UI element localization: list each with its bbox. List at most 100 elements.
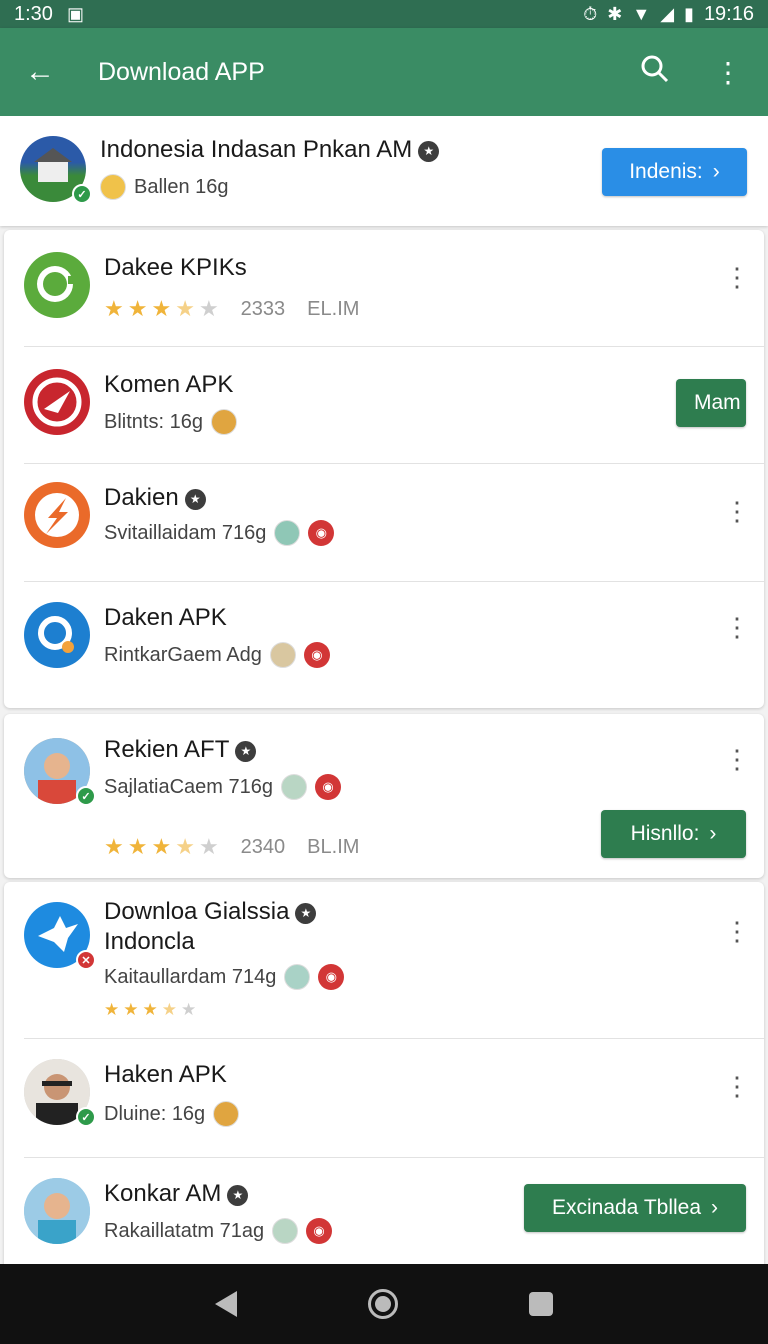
star-empty-icon: ★ [198,296,219,321]
search-icon[interactable] [640,54,670,91]
status-time-left: 1:30 [14,2,53,25]
more-options-icon[interactable]: ⋮ [724,746,750,772]
star-icon: ★ [142,1000,158,1019]
app-sub: Blitnts: 16g [104,410,203,433]
app-card[interactable]: ✓ Rekien AFT ★ SajlatiaCaem 716g ◉ ★ ★ ★ ★ ★ … [4,714,764,878]
star-empty-icon: ★ [181,1000,197,1019]
installed-badge-icon: ✓ [76,1107,96,1127]
rating-stars: ★ ★ ★ ★ ★ 2333 EL.IM [104,296,359,322]
install-button[interactable]: Mam [676,379,746,427]
featured-app-card[interactable]: ✓ Indonesia Indasan Pnkan AM ★ Ballen 16g… [0,116,768,226]
app-group-card: Dakee KPIKs ★ ★ ★ ★ ★ 2333 EL.IM ⋮ Komen APK… [4,230,764,708]
overflow-menu-icon[interactable]: ⋮ [714,56,742,89]
app-name: Haken APK [104,1061,227,1088]
more-options-icon[interactable]: ⋮ [724,264,750,290]
app-name: Komen APK [104,371,234,398]
app-name: Downloa Gialssia [104,898,290,925]
list-item[interactable]: Komen APK Blitnts: 16g Mam [4,347,764,463]
install-button[interactable]: Hisnllo: › [601,810,746,858]
system-nav-bar [0,1264,768,1344]
app-list: ✓ Indonesia Indasan Pnkan AM ★ Ballen 16g… [0,116,768,1264]
back-arrow-icon[interactable]: ← [0,55,80,89]
star-half-icon: ★ [175,834,195,859]
signal-icon: ◢ [660,4,675,24]
more-options-icon[interactable]: ⋮ [724,1073,750,1099]
list-item[interactable]: Konkar AM ★ Rakaillatatm 71ag ◉ Excinada … [4,1158,764,1264]
rating-stars: ★ ★ ★ ★ ★ 2340 BL.IM [104,834,359,860]
developer-badge-icon: ◉ [306,1218,333,1244]
app-name: Dakee KPIKs [104,254,247,281]
star-icon: ★ [104,1000,120,1019]
star-icon: ★ [123,1000,139,1019]
app-sub: SajlatiaCaem 716g [104,775,273,798]
nav-back-icon[interactable] [215,1291,238,1317]
star-icon: ★ [104,296,124,321]
app-target-icon [24,369,90,435]
rating-count: 2340 [240,835,286,858]
app-name-line2: Indoncla [104,928,195,955]
app-size: BL.IM [307,835,360,858]
app-chat-icon [24,252,90,318]
nav-home-icon[interactable] [367,1289,398,1319]
list-item[interactable]: Dakien ★ Svitaillaidam 716g ◉ ⋮ [4,464,764,582]
developer-avatar [213,1101,240,1127]
developer-badge-icon: ◉ [315,774,341,800]
battery-icon: ▮ [684,4,694,24]
install-label: Excinada Tbllea [551,1196,702,1219]
rating-count: 2333 [240,297,286,320]
list-item[interactable]: ✓ Haken APK Dluine: 16g ⋮ [4,1039,764,1157]
app-name: Daken APK [104,604,227,631]
developer-avatar [274,520,301,546]
star-icon: ★ [151,296,172,321]
notification-icon: ▣ [66,4,84,24]
chevron-right-icon: › [712,160,720,183]
app-bar: ← Download APP ⋮ [0,28,768,116]
install-button[interactable]: Excinada Tbllea › [524,1184,746,1232]
verified-icon: ★ [227,1185,249,1206]
featured-install-button[interactable]: Indenis: › [602,148,747,196]
chevron-right-icon: › [709,822,717,845]
chevron-right-icon: › [711,1196,719,1219]
list-item[interactable]: ✕ Downloa Gialssia ★ Indoncla Kaitaullard… [4,882,764,1038]
more-options-icon[interactable]: ⋮ [724,614,750,640]
more-options-icon[interactable]: ⋮ [724,498,750,524]
developer-avatar [284,964,311,990]
rating-stars: ★ ★ ★ ★ ★ [104,1000,196,1020]
app-name: Konkar AM [104,1180,222,1207]
bluetooth-icon: ✱ [607,4,623,24]
wifi-icon: ▼ [632,4,651,24]
app-size: EL.IM [307,297,360,320]
app-name: Rekien AFT [104,736,230,763]
star-icon: ★ [151,834,172,859]
app-sub: Rakaillatatm 71ag [104,1219,265,1242]
app-flash-icon [24,482,90,548]
star-icon: ★ [104,834,124,859]
featured-app-sub: Ballen 16g [134,175,229,198]
more-options-icon[interactable]: ⋮ [724,918,750,944]
list-item[interactable]: Daken APK RintkarGaem Adg ◉ ⋮ [4,582,764,706]
installed-badge-icon: ✓ [76,786,96,806]
app-name: Dakien [104,484,179,511]
install-label: Mam [694,391,741,414]
home-dot [374,1296,391,1312]
installed-badge-icon: ✓ [72,184,92,204]
developer-avatar [281,774,307,800]
developer-avatar [272,1218,299,1244]
app-group-card: ✕ Downloa Gialssia ★ Indoncla Kaitaullard… [4,882,764,1264]
list-item[interactable]: Dakee KPIKs ★ ★ ★ ★ ★ 2333 EL.IM ⋮ [4,230,764,346]
app-avatar-icon [24,1178,90,1244]
error-badge-icon: ✕ [76,950,96,970]
developer-avatar [269,642,296,668]
verified-icon: ★ [184,489,206,510]
star-half-icon: ★ [175,296,195,321]
app-sub: RintkarGaem Adg [104,643,262,666]
page-title: Download APP [98,57,265,86]
star-empty-icon: ★ [198,834,219,859]
nav-recents-icon[interactable] [528,1292,553,1316]
install-label: Hisnllo: [630,822,700,845]
verified-icon: ★ [418,141,440,162]
app-sub: Svitaillaidam 716g [104,521,267,544]
alarm-icon: ⏱ [583,4,598,24]
developer-badge-icon: ◉ [308,520,335,546]
status-bar: 1:30 ▣ ⏱ ✱ ▼ ◢ ▮ 19:16 [0,0,768,28]
